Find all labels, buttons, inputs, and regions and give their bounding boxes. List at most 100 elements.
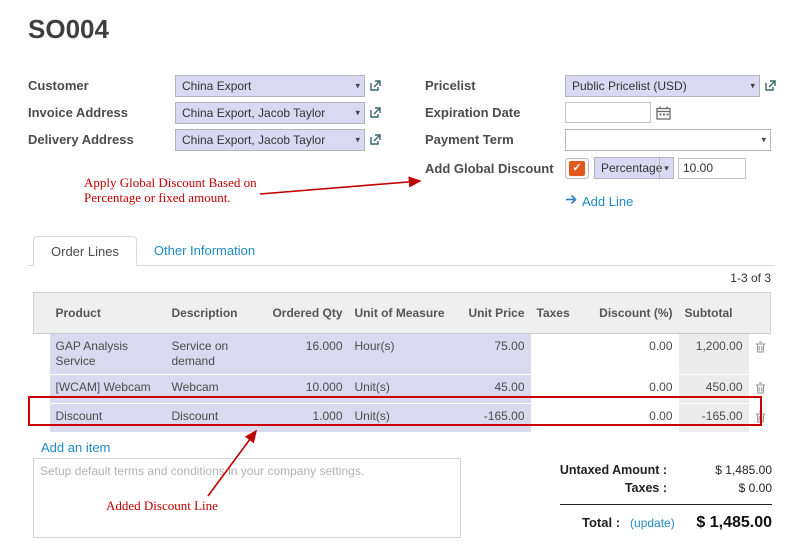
pricelist-label: Pricelist <box>425 78 565 93</box>
table-header-row: Product Description Ordered Qty Unit of … <box>34 293 771 334</box>
column-header-ordered-qty[interactable]: Ordered Qty <box>266 293 349 334</box>
column-header-unit-of-measure[interactable]: Unit of Measure <box>349 293 453 334</box>
add-an-item-link[interactable]: Add an item <box>41 440 110 455</box>
cell-taxes[interactable] <box>531 404 586 433</box>
row-handle[interactable] <box>34 375 50 404</box>
delete-row-button[interactable] <box>749 404 771 433</box>
cell-product[interactable]: Discount <box>50 404 166 433</box>
update-total-link[interactable]: (update) <box>630 516 675 530</box>
untaxed-amount-row: Untaxed Amount : $ 1,485.00 <box>520 463 772 477</box>
expiration-date-input[interactable] <box>565 102 651 123</box>
annotation-global-discount-note: Apply Global Discount Based on Percentag… <box>84 176 296 206</box>
taxes-label: Taxes : <box>625 481 667 495</box>
cell-unit-of-measure[interactable]: Unit(s) <box>349 375 453 404</box>
column-header-unit-price[interactable]: Unit Price <box>453 293 531 334</box>
expiration-date-field-row: Expiration Date <box>425 99 797 126</box>
annotation-arrow-global-discount <box>260 181 420 194</box>
delete-row-button[interactable] <box>749 334 771 375</box>
column-header-description[interactable]: Description <box>166 293 266 334</box>
pricelist-select[interactable]: Public Pricelist (USD) ▾ <box>565 75 760 97</box>
totals-panel: Untaxed Amount : $ 1,485.00 Taxes : $ 0.… <box>520 463 772 532</box>
external-link-icon[interactable] <box>369 133 382 146</box>
calendar-icon[interactable] <box>656 106 671 120</box>
cell-description[interactable]: Webcam <box>166 375 266 404</box>
totals-divider <box>560 504 772 505</box>
cell-discount[interactable]: 0.00 <box>586 334 679 375</box>
cell-unit-price[interactable]: 45.00 <box>453 375 531 404</box>
page-title: SO004 <box>28 14 109 45</box>
cell-description[interactable]: Discount <box>166 404 266 433</box>
delivery-address-label: Delivery Address <box>28 132 175 147</box>
trash-icon <box>755 342 766 356</box>
cell-ordered-qty[interactable]: 1.000 <box>266 404 349 433</box>
column-header-taxes[interactable]: Taxes <box>531 293 586 334</box>
cell-unit-price[interactable]: 75.00 <box>453 334 531 375</box>
discount-type-select[interactable]: Percentage ▾ <box>594 157 674 179</box>
payment-term-label: Payment Term <box>425 132 565 147</box>
cell-discount[interactable]: 0.00 <box>586 375 679 404</box>
notebook-tabs: Order Lines Other Information <box>28 236 775 266</box>
row-handle[interactable] <box>34 404 50 433</box>
tab-other-information[interactable]: Other Information <box>137 236 272 266</box>
payment-term-field-row: Payment Term ▾ <box>425 126 797 153</box>
terms-and-conditions-textarea[interactable] <box>33 458 461 538</box>
chevron-down-icon: ▾ <box>761 134 766 145</box>
handle-column-header <box>34 293 50 334</box>
column-header-subtotal[interactable]: Subtotal <box>679 293 749 334</box>
cell-ordered-qty[interactable]: 16.000 <box>266 334 349 375</box>
cell-unit-of-measure[interactable]: Unit(s) <box>349 404 453 433</box>
order-lines-section: Product Description Ordered Qty Unit of … <box>33 292 770 457</box>
external-link-icon[interactable] <box>369 79 382 92</box>
cell-ordered-qty[interactable]: 10.000 <box>266 375 349 404</box>
add-line-link[interactable]: Add Line <box>582 194 633 209</box>
invoice-address-label: Invoice Address <box>28 105 175 120</box>
cell-description[interactable]: Service on demand <box>166 334 266 375</box>
form-left-column: Customer China Export ▾ Invoice Address … <box>28 72 424 153</box>
untaxed-amount-value: $ 1,485.00 <box>667 463 772 477</box>
row-handle[interactable] <box>34 334 50 375</box>
table-row[interactable]: GAP Analysis Service Service on demand 1… <box>34 334 771 375</box>
global-discount-field-row: Add Global Discount ✓ Percentage ▾ <box>425 153 797 183</box>
add-line-row: Add Line <box>425 189 797 213</box>
invoice-address-select[interactable]: China Export, Jacob Taylor ▾ <box>175 102 365 124</box>
pricelist-field-row: Pricelist Public Pricelist (USD) ▾ <box>425 72 797 99</box>
total-label: Total : <box>582 515 620 530</box>
external-link-icon[interactable] <box>764 79 777 92</box>
payment-term-select[interactable]: ▾ <box>565 129 771 151</box>
cell-product[interactable]: [WCAM] Webcam <box>50 375 166 404</box>
customer-label: Customer <box>28 78 175 93</box>
delete-column-header <box>749 293 771 334</box>
delete-row-button[interactable] <box>749 375 771 404</box>
global-discount-checkbox[interactable]: ✓ <box>565 158 589 179</box>
column-header-discount[interactable]: Discount (%) <box>586 293 679 334</box>
cell-taxes[interactable] <box>531 375 586 404</box>
chevron-down-icon: ▾ <box>355 107 360 118</box>
chevron-down-icon: ▾ <box>355 80 360 91</box>
trash-icon <box>755 383 766 397</box>
table-row[interactable]: [WCAM] Webcam Webcam 10.000 Unit(s) 45.0… <box>34 375 771 404</box>
cell-unit-price[interactable]: -165.00 <box>453 404 531 433</box>
untaxed-amount-label: Untaxed Amount : <box>560 463 667 477</box>
customer-select[interactable]: China Export ▾ <box>175 75 365 97</box>
discount-amount-input[interactable] <box>678 158 746 179</box>
checkbox-checked-fill: ✓ <box>569 161 585 176</box>
table-row-discount-line[interactable]: Discount Discount 1.000 Unit(s) -165.00 … <box>34 404 771 433</box>
cell-unit-of-measure[interactable]: Hour(s) <box>349 334 453 375</box>
taxes-value: $ 0.00 <box>667 481 772 495</box>
column-header-product[interactable]: Product <box>50 293 166 334</box>
cell-taxes[interactable] <box>531 334 586 375</box>
pager[interactable]: 1-3 of 3 <box>730 271 771 285</box>
cell-discount[interactable]: 0.00 <box>586 404 679 433</box>
global-discount-label: Add Global Discount <box>425 161 565 176</box>
tab-order-lines[interactable]: Order Lines <box>33 236 137 266</box>
delivery-address-field-row: Delivery Address China Export, Jacob Tay… <box>28 126 424 153</box>
sale-order-form: SO004 Customer China Export ▾ Invoice Ad… <box>0 0 803 545</box>
cell-product[interactable]: GAP Analysis Service <box>50 334 166 375</box>
arrow-right-icon <box>565 192 577 210</box>
chevron-down-icon: ▾ <box>750 80 755 91</box>
expiration-date-label: Expiration Date <box>425 105 565 120</box>
cell-subtotal: 450.00 <box>679 375 749 404</box>
external-link-icon[interactable] <box>369 106 382 119</box>
order-lines-table: Product Description Ordered Qty Unit of … <box>33 292 771 433</box>
delivery-address-select[interactable]: China Export, Jacob Taylor ▾ <box>175 129 365 151</box>
